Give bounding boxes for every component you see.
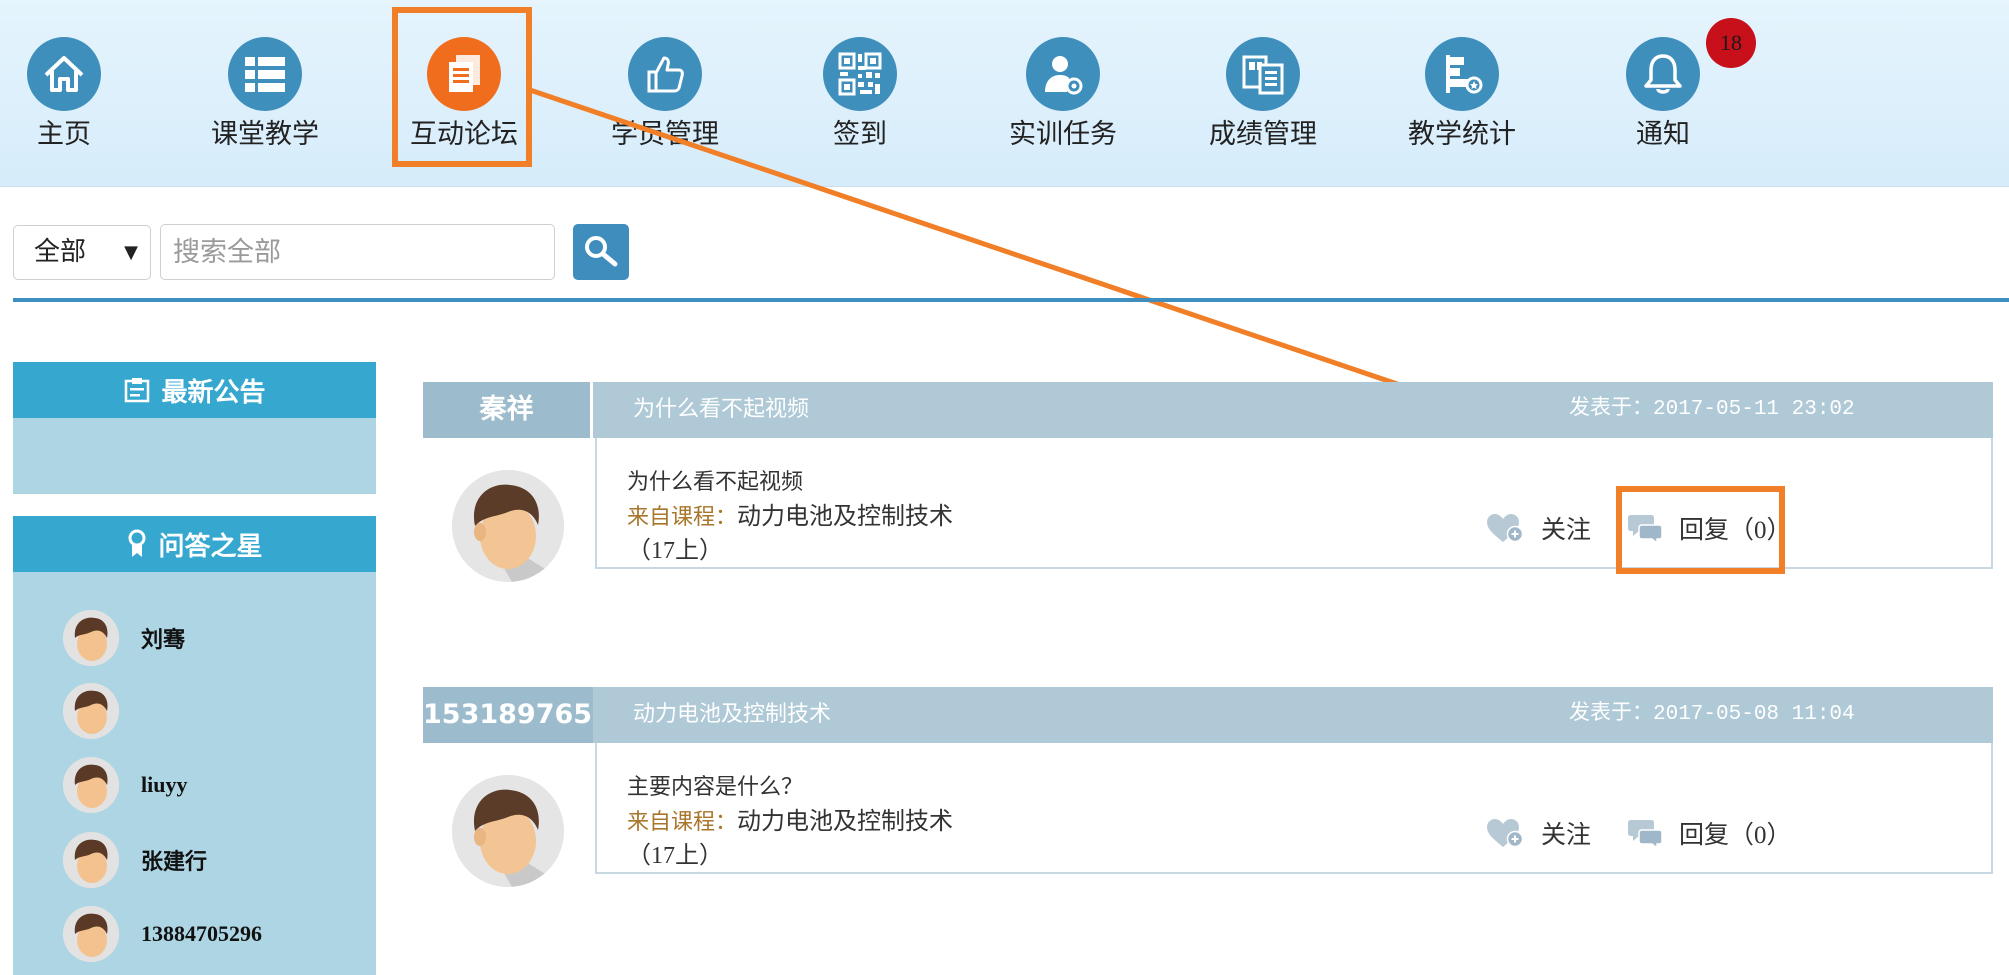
course-prefix: 来自课程： [627, 504, 738, 529]
nav-label: 签到 [833, 119, 887, 150]
nav-label: 通知 [1636, 119, 1690, 150]
qa-star-item[interactable] [63, 683, 141, 739]
document-icon [427, 37, 501, 111]
reply-label: 回复（0） [1679, 517, 1792, 544]
follow-label: 关注 [1541, 822, 1592, 849]
nav-item-grade-management[interactable]: 成绩管理 [1178, 0, 1348, 186]
post-course[interactable]: 来自课程：动力电池及控制技术（17上） [627, 805, 967, 873]
post-course[interactable]: 来自课程：动力电池及控制技术（17上） [627, 500, 967, 568]
announcements-title: 最新公告 [161, 377, 266, 408]
chat-bubbles-icon [1627, 817, 1663, 849]
thumbs-up-icon [628, 37, 702, 111]
avatar [63, 832, 119, 888]
avatar [63, 757, 119, 813]
course-prefix: 来自课程： [627, 809, 738, 834]
heart-plus-icon [1485, 512, 1525, 544]
reply-button[interactable]: 回复（0） [1627, 510, 1792, 546]
chevron-down-icon: ▼ [124, 242, 138, 263]
announcements-panel [13, 418, 376, 494]
post-body: 主要内容是什么？ 来自课程：动力电池及控制技术（17上） 关注 回复（0） [595, 743, 1993, 874]
notification-badge: 18 [1706, 18, 1756, 68]
qa-star-item[interactable]: 13884705296 [63, 906, 262, 962]
post-time: 发表于：2017-05-08 11:04 [1569, 703, 1855, 726]
post-author[interactable]: 15318976535 [423, 687, 593, 743]
post-content: 为什么看不起视频 [627, 469, 804, 494]
qr-code-icon [823, 37, 897, 111]
nav-label: 主页 [37, 119, 91, 150]
post-title[interactable]: 为什么看不起视频 [633, 382, 809, 438]
top-navigation: 主页 课堂教学 互动论坛 学员管理 签到 实训任务 成绩管理 教学统计 通知 1… [0, 0, 2009, 187]
post-content: 主要内容是什么？ [627, 774, 804, 799]
follow-button[interactable]: 关注 [1485, 510, 1591, 546]
list-icon [228, 37, 302, 111]
bell-icon [1626, 37, 1700, 111]
report-icon [1226, 37, 1300, 111]
avatar [63, 906, 119, 962]
qa-stars-panel: 刘骞 liuyy 张建行 13884705296 [13, 572, 376, 975]
follow-button[interactable]: 关注 [1485, 815, 1591, 851]
post-title[interactable]: 动力电池及控制技术 [633, 687, 831, 743]
search-scope-select[interactable]: 全部 ▼ [13, 225, 151, 280]
post-time: 发表于：2017-05-11 23:02 [1569, 398, 1855, 421]
qa-star-item[interactable]: 刘骞 [63, 610, 185, 666]
nav-label: 成绩管理 [1209, 119, 1317, 150]
nav-item-home[interactable]: 主页 [0, 0, 149, 186]
nav-label: 实训任务 [1009, 119, 1117, 150]
post-header[interactable]: 15318976535 动力电池及控制技术 发表于：2017-05-08 11:… [423, 687, 1993, 743]
nav-label: 课堂教学 [211, 119, 319, 150]
qa-star-name: 刘骞 [141, 627, 186, 652]
follow-label: 关注 [1541, 517, 1592, 544]
qa-star-item[interactable]: 张建行 [63, 832, 207, 888]
nav-item-teaching-statistics[interactable]: 教学统计 [1377, 0, 1547, 186]
nav-label: 互动论坛 [410, 119, 518, 150]
search-input[interactable] [160, 224, 555, 280]
qa-stars-header: 问答之星 [13, 516, 376, 572]
qa-stars-title: 问答之星 [158, 531, 263, 562]
heart-plus-icon [1485, 817, 1525, 849]
reply-button[interactable]: 回复（0） [1627, 815, 1792, 851]
nav-label: 学员管理 [611, 119, 719, 150]
avatar [63, 683, 119, 739]
award-ribbon-icon [126, 529, 148, 559]
post-body: 为什么看不起视频 来自课程：动力电池及控制技术（17上） 关注 回复（0） [595, 438, 1993, 569]
nav-item-classroom-teaching[interactable]: 课堂教学 [180, 0, 350, 186]
search-icon [583, 234, 619, 270]
avatar [452, 775, 564, 887]
search-button[interactable] [573, 224, 629, 280]
chat-bubbles-icon [1627, 512, 1663, 544]
nav-item-forum[interactable]: 互动论坛 [379, 0, 549, 186]
notice-board-icon [123, 376, 151, 404]
avatar [452, 470, 564, 582]
flag-stats-icon [1425, 37, 1499, 111]
post-header[interactable]: 秦祥 为什么看不起视频 发表于：2017-05-11 23:02 [423, 382, 1993, 438]
nav-label: 教学统计 [1408, 119, 1516, 150]
qa-star-name: 张建行 [141, 849, 208, 874]
reply-label: 回复（0） [1679, 822, 1792, 849]
nav-item-training-tasks[interactable]: 实训任务 [978, 0, 1148, 186]
nav-item-student-management[interactable]: 学员管理 [580, 0, 750, 186]
divider [13, 298, 2009, 302]
search-scope-value: 全部 [34, 237, 87, 267]
home-icon [27, 37, 101, 111]
qa-star-name: liuyy [141, 772, 188, 797]
nav-item-sign-in[interactable]: 签到 [775, 0, 945, 186]
avatar [63, 610, 119, 666]
user-gear-icon [1026, 37, 1100, 111]
post-author[interactable]: 秦祥 [423, 382, 593, 438]
announcements-header: 最新公告 [13, 362, 376, 418]
qa-star-name: 13884705296 [141, 921, 262, 946]
qa-star-item[interactable]: liuyy [63, 757, 187, 813]
